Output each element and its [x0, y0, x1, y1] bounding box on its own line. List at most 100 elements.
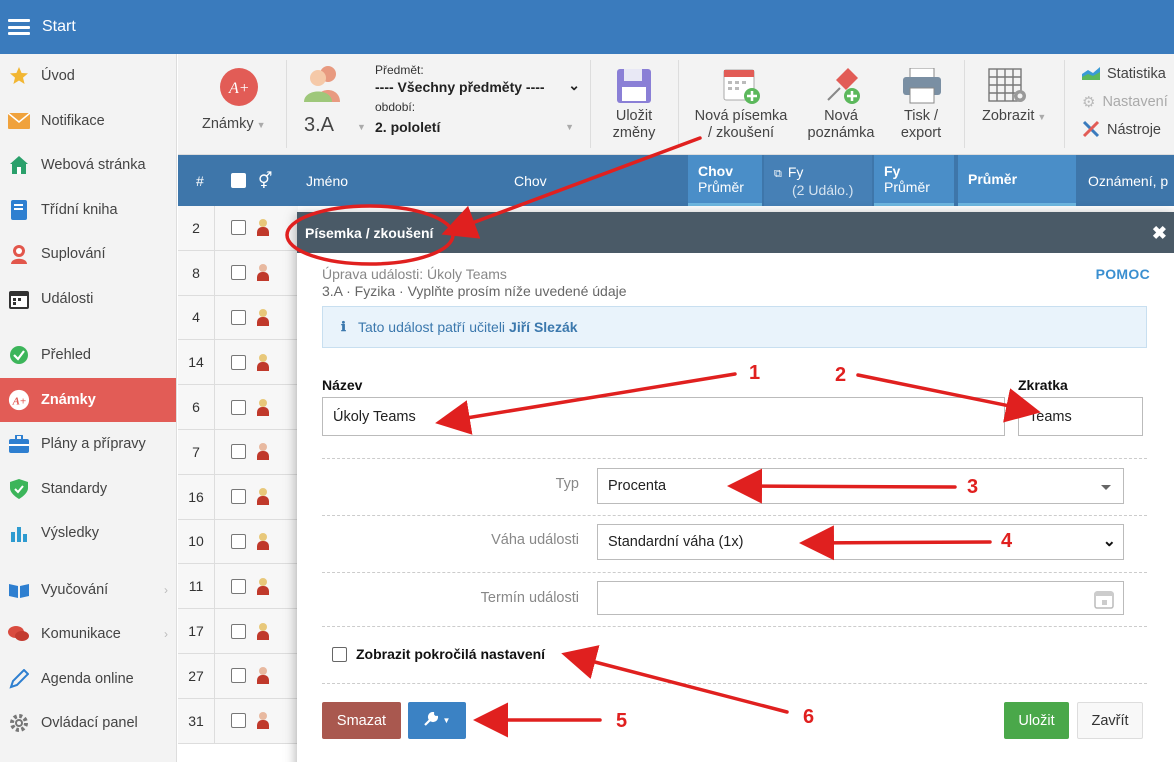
advanced-checkbox[interactable] — [332, 646, 347, 662]
row-checkbox[interactable] — [231, 265, 246, 281]
chevron-right-icon: › — [164, 582, 168, 597]
weight-select[interactable]: Standardní váha (1x) ⌄ — [597, 524, 1124, 560]
sidebar-item-notifikace[interactable]: Notifikace — [0, 99, 176, 144]
sidebar-item-standardy[interactable]: Standardy — [0, 467, 176, 512]
col-name[interactable]: Jméno — [306, 155, 348, 206]
sidebar-item-webova-stranka[interactable]: Webová stránka — [0, 143, 176, 188]
close-button[interactable]: Zavřít — [1077, 702, 1143, 739]
type-select[interactable]: Procenta — [597, 468, 1124, 504]
table-row[interactable]: 16 — [178, 474, 298, 520]
show-menu-button[interactable]: Zobrazit ▼ — [974, 54, 1060, 155]
row-checkbox[interactable] — [231, 489, 246, 505]
sidebar-item-label: Vyučování — [41, 581, 109, 598]
row-checkbox[interactable] — [231, 578, 246, 594]
top-bar: Start — [0, 0, 1174, 54]
subject-value: ---- Všechny předměty ---- — [375, 79, 545, 95]
table-row[interactable]: 27 — [178, 653, 298, 699]
row-checkbox[interactable] — [231, 713, 246, 729]
caret-down-icon: ▼ — [1037, 112, 1047, 122]
sidebar-item-udalosti[interactable]: Události — [0, 277, 176, 322]
wrench-icon — [423, 711, 438, 730]
table-row[interactable]: 31 — [178, 698, 298, 744]
tools-label: Nástroje — [1107, 122, 1161, 138]
name-value: Úkoly Teams — [333, 408, 416, 425]
help-link[interactable]: POMOC — [1096, 266, 1150, 282]
users-icon — [302, 64, 346, 105]
new-note-button[interactable]: Nová poznámka — [798, 54, 884, 155]
settings-link[interactable]: ⚙ Nastavení — [1082, 93, 1168, 112]
name-input[interactable]: Úkoly Teams — [322, 397, 1005, 436]
advanced-settings-toggle[interactable]: Zobrazit pokročilá nastavení — [332, 646, 545, 662]
close-icon[interactable]: ✖ — [1152, 223, 1167, 244]
save-label-1: Uložit — [615, 108, 653, 124]
table-row[interactable]: 11 — [178, 564, 298, 610]
hamburger-menu-icon[interactable] — [8, 19, 30, 35]
row-checkbox[interactable] — [231, 668, 246, 684]
sidebar-item-prehled[interactable]: Přehled — [0, 333, 176, 378]
period-select[interactable]: 2. pololetí ▼ — [375, 119, 580, 135]
sidebar-item-plany[interactable]: Plány a přípravy — [0, 422, 176, 467]
delete-button[interactable]: Smazat — [322, 702, 401, 739]
table-row[interactable]: 10 — [178, 519, 298, 565]
star-icon — [8, 65, 30, 87]
save-changes-button[interactable]: Uložit změny — [598, 54, 678, 155]
svg-text:A+: A+ — [228, 80, 250, 97]
floppy-disk-icon — [616, 68, 652, 107]
subject-select[interactable]: ---- Všechny předměty ---- ⌄ — [375, 77, 580, 95]
type-value: Procenta — [608, 478, 667, 494]
col-fy[interactable]: ⧉ Fy (2 Událo.) — [764, 155, 872, 206]
copy-icon: ⧉ — [774, 167, 782, 180]
new-test-button[interactable]: Nová písemka / zkoušení — [688, 54, 794, 155]
chat-icon — [8, 623, 30, 645]
row-checkbox[interactable] — [231, 533, 246, 549]
row-checkbox[interactable] — [231, 354, 246, 370]
col-chov-average[interactable]: Chov Průměr — [688, 155, 762, 206]
sidebar-item-komunikace[interactable]: Komunikace › — [0, 612, 176, 657]
print-label-2: export — [900, 125, 942, 141]
row-checkbox[interactable] — [231, 623, 246, 639]
grid-settings-icon — [988, 68, 1028, 107]
row-checkbox[interactable] — [231, 444, 246, 460]
statistics-link[interactable]: Statistika — [1082, 66, 1166, 83]
row-number: 6 — [178, 385, 215, 429]
row-checkbox[interactable] — [231, 399, 246, 415]
tools-link[interactable]: Nástroje — [1082, 120, 1161, 141]
col-notice[interactable]: Oznámení, p — [1088, 155, 1168, 206]
sidebar-item-suplovani[interactable]: Suplování — [0, 232, 176, 277]
table-row[interactable]: 2 — [178, 206, 298, 251]
sidebar-item-znamky[interactable]: A+ Známky — [0, 377, 176, 422]
sidebar-item-tridni-kniha[interactable]: Třídní kniha — [0, 188, 176, 233]
save-button[interactable]: Uložit — [1004, 702, 1069, 739]
period-caption: období: — [375, 100, 416, 114]
open-book-icon — [8, 579, 30, 601]
table-row[interactable]: 14 — [178, 340, 298, 386]
abbreviation-input[interactable]: Teams — [1018, 397, 1143, 436]
date-input[interactable] — [597, 581, 1124, 615]
col-fy-average[interactable]: Fy Průměr — [874, 155, 954, 206]
table-row[interactable]: 4 — [178, 295, 298, 341]
sidebar-item-label: Standardy — [41, 480, 108, 497]
class-subject-selector[interactable]: 3.A ▼ Předmět: ---- Všechny předměty ---… — [296, 54, 586, 155]
annotation-1: 1 — [749, 362, 761, 384]
calendar-icon[interactable] — [1094, 589, 1114, 613]
grades-menu[interactable]: A+ Známky ▼ — [190, 54, 286, 155]
sidebar-item-ovladaci-panel[interactable]: Ovládací panel — [0, 701, 176, 746]
table-row[interactable]: 8 — [178, 250, 298, 296]
sidebar-item-vyucovani[interactable]: Vyučování › — [0, 568, 176, 613]
tools-dropdown-button[interactable]: ▼ — [408, 702, 466, 739]
col-average[interactable]: Průměr — [958, 155, 1076, 206]
calendar-icon — [8, 288, 30, 310]
row-checkbox[interactable] — [231, 309, 246, 325]
row-checkbox[interactable] — [231, 220, 246, 236]
table-row[interactable]: 7 — [178, 429, 298, 475]
select-all-checkbox[interactable] — [231, 155, 246, 206]
sidebar-item-agenda[interactable]: Agenda online — [0, 657, 176, 702]
app-title[interactable]: Start — [42, 18, 76, 36]
table-row[interactable]: 17 — [178, 609, 298, 654]
sidebar-item-uvod[interactable]: Úvod — [0, 54, 176, 99]
table-row[interactable]: 6 — [178, 385, 298, 430]
col-chov[interactable]: Chov — [514, 155, 547, 206]
print-export-button[interactable]: Tisk / export — [890, 54, 952, 155]
sidebar: Úvod Notifikace Webová stránka Třídní kn… — [0, 54, 177, 762]
sidebar-item-vysledky[interactable]: Výsledky — [0, 511, 176, 556]
